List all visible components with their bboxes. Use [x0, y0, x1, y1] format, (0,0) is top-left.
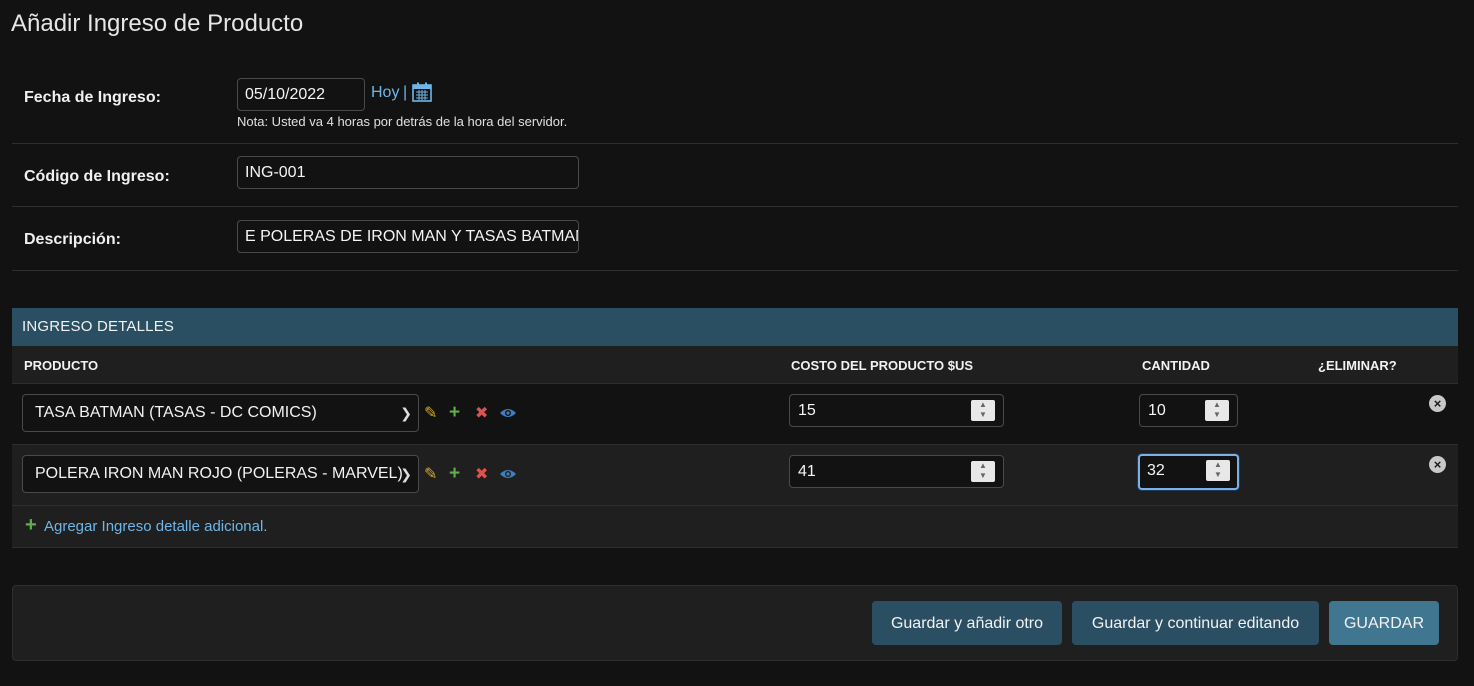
producto-select[interactable]: POLERA IRON MAN ROJO (POLERAS - MARVEL) … — [22, 455, 419, 493]
producto-select-value: TASA BATMAN (TASAS - DC COMICS) — [35, 404, 317, 421]
cantidad-input[interactable]: 10 ▲ ▼ — [1139, 394, 1238, 427]
save-add-another-button[interactable]: Guardar y añadir otro — [872, 601, 1062, 645]
stepper-icon[interactable]: ▲ ▼ — [971, 461, 995, 482]
fecha-input[interactable]: 05/10/2022 — [237, 78, 365, 111]
pencil-icon[interactable]: ✎ — [424, 406, 437, 422]
codigo-row: Código de Ingreso: ING-001 — [12, 143, 1458, 207]
cantidad-value: 32 — [1147, 462, 1165, 479]
stepper-icon[interactable]: ▲ ▼ — [971, 400, 995, 421]
delete-row-icon[interactable]: × — [1429, 456, 1446, 473]
detalle-row: POLERA IRON MAN ROJO (POLERAS - MARVEL) … — [12, 445, 1458, 506]
costo-input[interactable]: 41 ▲ ▼ — [789, 455, 1004, 488]
add-detail-link[interactable]: Agregar Ingreso detalle adicional. — [44, 518, 267, 535]
save-button[interactable]: GUARDAR — [1329, 601, 1439, 645]
costo-value: 41 — [798, 463, 816, 480]
save-continue-button[interactable]: Guardar y continuar editando — [1072, 601, 1319, 645]
plus-icon[interactable]: + — [449, 464, 460, 483]
fecha-label: Fecha de Ingreso: — [24, 89, 161, 106]
costo-value: 15 — [798, 402, 816, 419]
descripcion-row: Descripción: E POLERAS DE IRON MAN Y TAS… — [12, 206, 1458, 271]
timezone-note: Nota: Usted va 4 horas por detrás de la … — [237, 114, 568, 129]
descripcion-label: Descripción: — [24, 231, 121, 248]
calendar-icon[interactable] — [412, 82, 432, 107]
add-detail-row: + Agregar Ingreso detalle adicional. — [12, 506, 1458, 548]
costo-input[interactable]: 15 ▲ ▼ — [789, 394, 1004, 427]
col-costo: COSTO DEL PRODUCTO $US — [791, 358, 974, 373]
detalle-row: TASA BATMAN (TASAS - DC COMICS) ❯ ✎ + ✖ … — [12, 384, 1458, 445]
chevron-down-icon: ❯ — [400, 405, 412, 421]
descripcion-input[interactable]: E POLERAS DE IRON MAN Y TASAS BATMAN — [237, 220, 579, 253]
cantidad-input[interactable]: 32 ▲ ▼ — [1138, 454, 1239, 490]
date-separator: | — [403, 84, 408, 101]
fecha-row: Fecha de Ingreso: 05/10/2022 Hoy | Nota:… — [12, 67, 1458, 144]
stepper-icon[interactable]: ▲ ▼ — [1205, 400, 1229, 421]
submit-row: Guardar y añadir otro Guardar y continua… — [12, 585, 1458, 661]
col-cantidad: CANTIDAD — [1142, 358, 1210, 373]
pencil-icon[interactable]: ✎ — [424, 467, 437, 483]
today-link[interactable]: Hoy — [371, 84, 399, 102]
plus-icon[interactable]: + — [25, 514, 37, 537]
chevron-down-icon: ❯ — [400, 466, 412, 482]
detalles-column-headers: PRODUCTO COSTO DEL PRODUCTO $US CANTIDAD… — [12, 346, 1458, 384]
codigo-label: Código de Ingreso: — [24, 168, 170, 185]
page-title: Añadir Ingreso de Producto — [11, 10, 304, 37]
x-icon[interactable]: ✖ — [475, 406, 488, 422]
detalles-header: INGRESO DETALLES — [12, 308, 1458, 346]
producto-select-value: POLERA IRON MAN ROJO (POLERAS - MARVEL) — [35, 465, 403, 482]
producto-select[interactable]: TASA BATMAN (TASAS - DC COMICS) ❯ — [22, 394, 419, 432]
x-icon[interactable]: ✖ — [475, 467, 488, 483]
stepper-icon[interactable]: ▲ ▼ — [1206, 460, 1230, 481]
codigo-input[interactable]: ING-001 — [237, 156, 579, 189]
col-eliminar: ¿ELIMINAR? — [1318, 358, 1397, 373]
eye-icon[interactable] — [499, 406, 517, 424]
cantidad-value: 10 — [1148, 402, 1166, 419]
delete-row-icon[interactable]: × — [1429, 395, 1446, 412]
col-producto: PRODUCTO — [24, 358, 99, 373]
eye-icon[interactable] — [499, 467, 517, 485]
plus-icon[interactable]: + — [449, 403, 460, 422]
